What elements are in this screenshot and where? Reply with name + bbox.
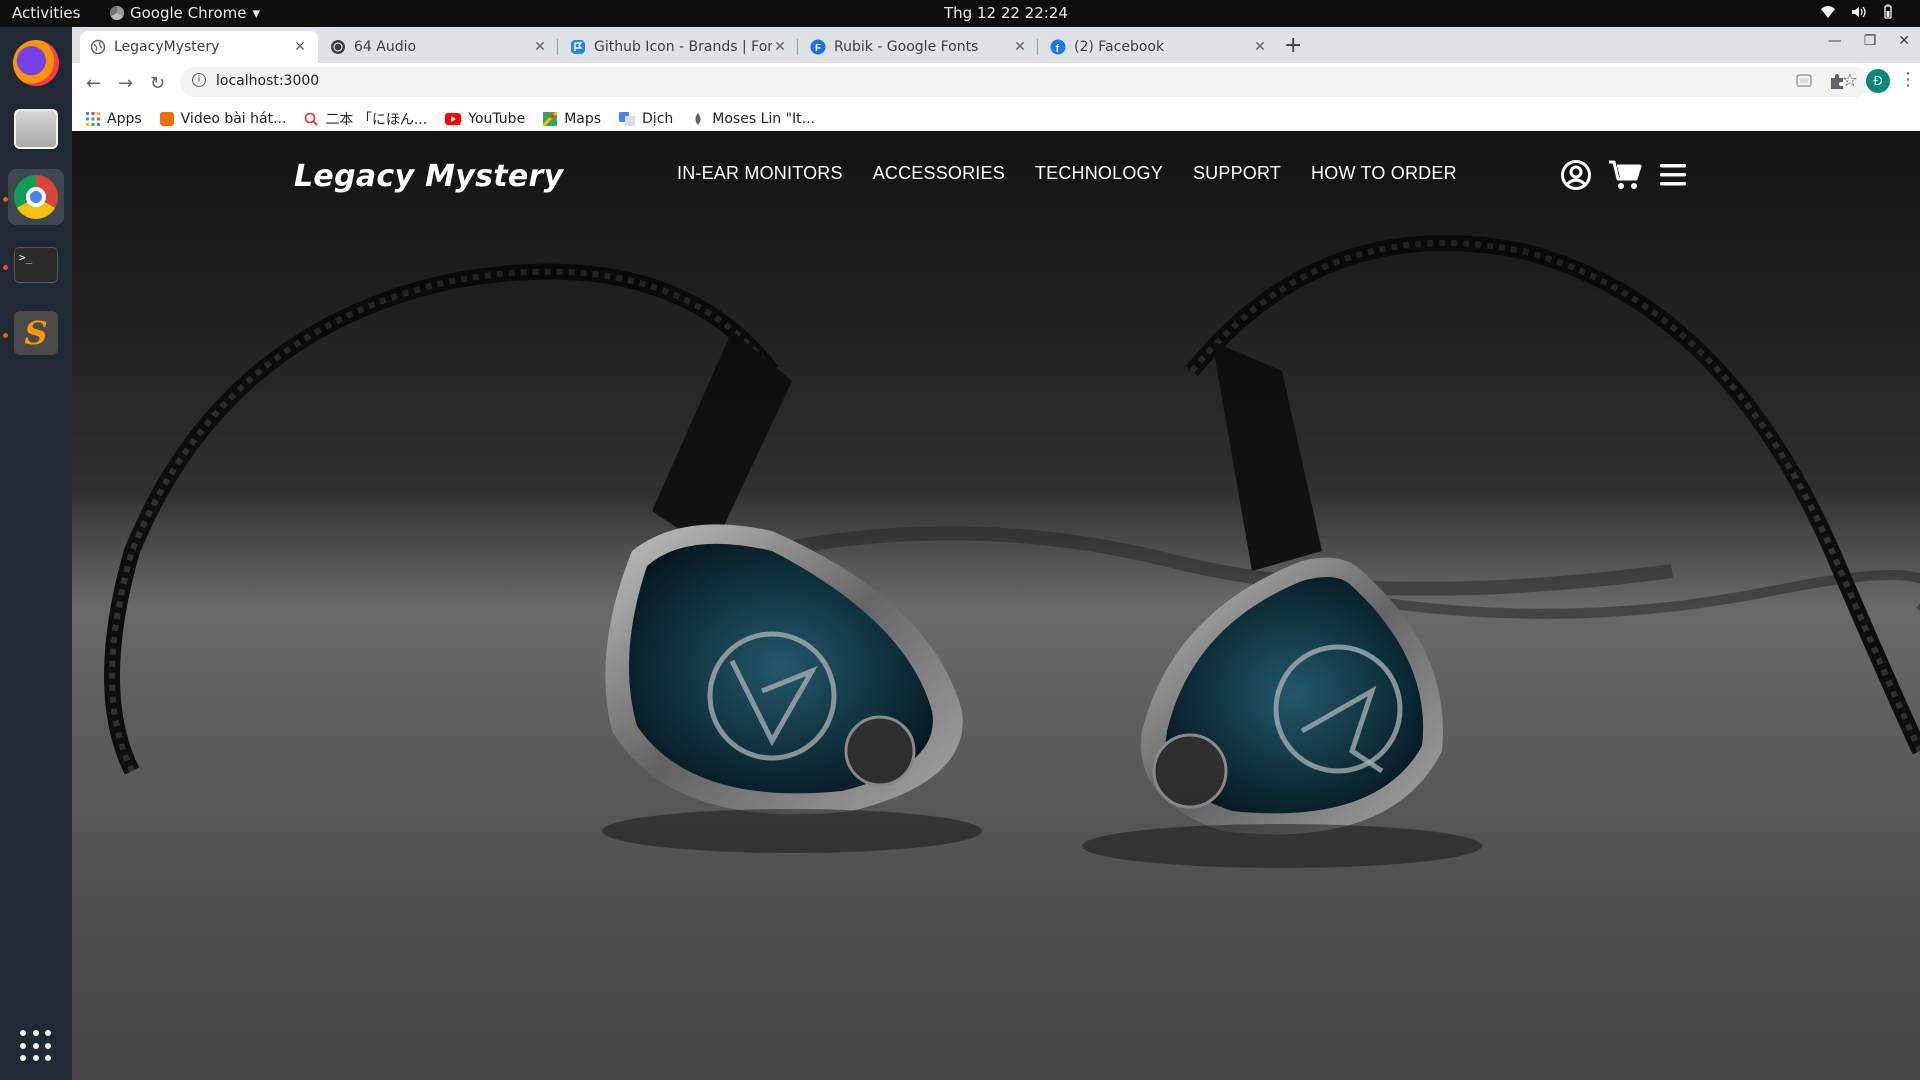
- tab-64-audio[interactable]: 64 Audio ✕: [320, 31, 558, 63]
- activities-button[interactable]: Activities: [12, 4, 80, 22]
- bookmark-label: Video bài hát...: [180, 111, 287, 127]
- tab-close-icon[interactable]: ✕: [772, 39, 788, 55]
- minimize-icon[interactable]: —: [1828, 33, 1842, 49]
- dock-sublime[interactable]: S: [8, 305, 64, 361]
- restore-icon[interactable]: ❐: [1864, 33, 1877, 49]
- tab-close-icon[interactable]: ✕: [532, 39, 548, 55]
- svg-text:F: F: [815, 43, 821, 54]
- profile-avatar[interactable]: Đ: [1866, 69, 1890, 93]
- firefox-icon: [13, 40, 59, 86]
- chrome-icon: [14, 175, 58, 219]
- google-fonts-icon: F: [810, 39, 826, 55]
- system-clock[interactable]: Thg 12 22 22:24: [944, 4, 1068, 22]
- address-bar-url[interactable]: localhost:3000: [216, 73, 319, 89]
- bookmark-apps[interactable]: Apps: [86, 111, 142, 127]
- forward-arrow-icon[interactable]: →: [118, 73, 133, 94]
- volume-icon: [1852, 6, 1866, 18]
- app-menu-label: Google Chrome: [130, 4, 247, 22]
- svg-text:f: f: [1056, 43, 1060, 55]
- reload-icon[interactable]: ↻: [150, 73, 165, 94]
- tab-facebook[interactable]: f (2) Facebook ✕: [1040, 31, 1278, 63]
- bookmark-youtube[interactable]: YouTube: [445, 111, 525, 127]
- tab-github-icon[interactable]: Github Icon - Brands | Fon ✕: [560, 31, 798, 63]
- new-tab-button[interactable]: +: [1284, 33, 1302, 58]
- tab-title: Github Icon - Brands | Fon: [594, 39, 772, 55]
- bookmark-label: Apps: [107, 111, 142, 127]
- battery-icon: [1884, 4, 1892, 19]
- caret-down-icon: ▾: [252, 4, 261, 22]
- bookmark-moses-lin[interactable]: Moses Lin "It...: [691, 111, 815, 127]
- nav-support[interactable]: SUPPORT: [1193, 163, 1281, 184]
- chrome-window: LegacyMystery ✕ 64 Audio ✕ Github Icon -…: [72, 27, 1920, 1080]
- bookmark-label: 二本 「にほん...: [325, 112, 428, 128]
- maps-icon: [543, 112, 558, 126]
- tab-close-icon[interactable]: ✕: [1252, 39, 1268, 55]
- tab-close-icon[interactable]: ✕: [292, 39, 308, 55]
- app-menu[interactable]: Google Chrome ▾: [110, 4, 260, 22]
- tab-rubik-google-fonts[interactable]: F Rubik - Google Fonts ✕: [800, 31, 1038, 63]
- show-applications-icon[interactable]: [20, 1030, 52, 1062]
- tab-close-icon[interactable]: ✕: [1012, 39, 1028, 55]
- site-icon: [695, 113, 701, 125]
- 64audio-icon: [331, 40, 345, 54]
- website-viewport: Legacy Mystery IN-EAR MONITORS ACCESSORI…: [72, 131, 1920, 1080]
- bookmark-maps[interactable]: Maps: [543, 111, 601, 127]
- nav-accessories[interactable]: ACCESSORIES: [873, 163, 1005, 184]
- bookmark-label: YouTube: [468, 111, 526, 127]
- chrome-app-icon: [110, 6, 124, 20]
- cart-icon[interactable]: [1608, 159, 1642, 191]
- site-info-icon[interactable]: i: [192, 73, 206, 87]
- nav-in-ear-monitors[interactable]: IN-EAR MONITORS: [677, 163, 843, 184]
- tab-title: Rubik - Google Fonts: [834, 39, 979, 55]
- hamburger-menu-icon[interactable]: [1658, 161, 1688, 189]
- back-arrow-icon[interactable]: ←: [86, 73, 101, 94]
- address-bar[interactable]: i localhost:3000 ☆: [180, 67, 1870, 97]
- close-window-icon[interactable]: ✕: [1898, 33, 1910, 49]
- tab-title: (2) Facebook: [1074, 39, 1165, 55]
- facebook-icon: f: [1050, 39, 1066, 55]
- tab-title: 64 Audio: [354, 39, 417, 55]
- dock-files[interactable]: [8, 101, 64, 157]
- files-icon: [14, 109, 58, 149]
- terminal-icon: >_: [14, 247, 58, 283]
- os-top-bar: Activities Google Chrome ▾ Thg 12 22 22:…: [0, 0, 1920, 27]
- bookmark-icon: [159, 112, 174, 126]
- system-tray[interactable]: [1820, 4, 1896, 20]
- main-nav: IN-EAR MONITORS ACCESSORIES TECHNOLOGY S…: [677, 163, 1457, 184]
- bookmark-label: Dịch: [642, 111, 674, 127]
- wifi-icon: [1821, 6, 1835, 18]
- globe-icon: [90, 39, 106, 55]
- bookmark-label: Maps: [564, 111, 602, 127]
- cast-extension-icon[interactable]: [1794, 71, 1814, 91]
- bookmarks-bar: Apps Video bài hát... 二本 「にほん... YouTube…: [86, 107, 815, 131]
- window-controls: — ❐ ✕: [1828, 33, 1910, 49]
- hero-overlay: [72, 131, 1920, 1080]
- tab-strip: LegacyMystery ✕ 64 Audio ✕ Github Icon -…: [72, 27, 1920, 63]
- dock-firefox[interactable]: [8, 35, 64, 91]
- user-circle-icon[interactable]: [1560, 159, 1592, 191]
- chrome-menu-icon[interactable]: ⋮: [1899, 69, 1917, 90]
- bookmark-nihon[interactable]: 二本 「にほん...: [304, 109, 427, 129]
- translate-icon: [619, 112, 636, 126]
- search-icon: [305, 112, 319, 126]
- ubuntu-dock: >_ S: [0, 27, 72, 1080]
- youtube-icon: [445, 113, 462, 125]
- apps-grid-icon: [86, 112, 100, 126]
- tab-title: LegacyMystery: [114, 39, 220, 55]
- bookmark-dich[interactable]: Dịch: [619, 111, 673, 127]
- extensions-puzzle-icon[interactable]: [1827, 71, 1847, 91]
- bookmark-video-bai-hat[interactable]: Video bài hát...: [159, 111, 287, 127]
- tab-legacymystery[interactable]: LegacyMystery ✕: [80, 31, 318, 63]
- dock-terminal[interactable]: >_: [8, 237, 64, 293]
- site-header: Legacy Mystery IN-EAR MONITORS ACCESSORI…: [72, 131, 1920, 231]
- fontawesome-icon: [571, 40, 585, 54]
- nav-how-to-order[interactable]: HOW TO ORDER: [1311, 163, 1457, 184]
- bookmark-label: Moses Lin "It...: [712, 111, 815, 127]
- nav-technology[interactable]: TECHNOLOGY: [1035, 163, 1163, 184]
- sublime-text-icon: S: [14, 311, 58, 355]
- header-icons: [1560, 159, 1688, 191]
- site-logo[interactable]: Legacy Mystery: [294, 159, 563, 194]
- dock-chrome[interactable]: [8, 169, 64, 225]
